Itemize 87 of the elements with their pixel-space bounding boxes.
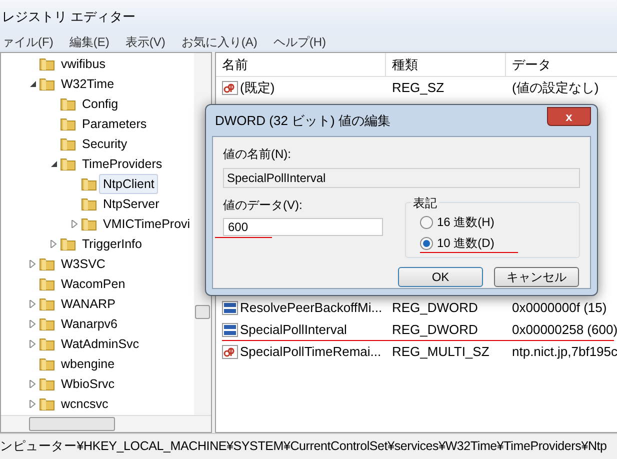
field-label: 値の名前(N): <box>223 146 292 163</box>
tree-item[interactable]: WatAdminSvc <box>57 334 144 354</box>
radio-label[interactable]: 10 進数(D) <box>437 234 494 252</box>
value-data: ntp.nict.jp,7bf195c <box>511 343 617 362</box>
tree-item[interactable]: WbioSrvc <box>57 374 118 394</box>
value-type: REG_SZ <box>391 79 446 98</box>
radio-label[interactable]: 16 進数(H) <box>437 213 494 231</box>
value-type: REG_MULTI_SZ <box>391 343 490 362</box>
radio-button[interactable] <box>420 236 433 250</box>
menu-item[interactable]: お気に入り(A) <box>179 33 260 51</box>
folder-icon <box>39 376 55 392</box>
folder-icon <box>39 316 55 332</box>
value-data: 0x00000258 (600) <box>511 321 617 340</box>
radio-button[interactable] <box>420 216 433 228</box>
tree-item[interactable]: wbengine <box>57 354 119 374</box>
value-name-field[interactable]: SpecialPollInterval <box>223 168 580 188</box>
menu-item[interactable]: ヘルプ(H) <box>271 33 328 51</box>
folder-icon <box>60 116 76 132</box>
string-value-icon <box>222 344 238 360</box>
folder-icon <box>81 196 97 212</box>
menu-item[interactable]: ァイル(F) <box>0 33 56 51</box>
collapsed-triangle-icon[interactable] <box>29 400 37 408</box>
menu-item[interactable]: 編集(E) <box>67 33 112 51</box>
tree-item[interactable]: WANARP <box>57 294 120 314</box>
collapsed-triangle-icon[interactable] <box>29 260 37 268</box>
tree-item[interactable]: W3SVC <box>57 254 110 274</box>
horizontal-scrollbar[interactable] <box>1 415 211 432</box>
field-label: 値のデータ(V): <box>223 197 304 214</box>
expanded-triangle-icon[interactable] <box>50 160 58 168</box>
value-name[interactable]: SpecialPollTimeRemai... <box>240 342 382 362</box>
tree-item[interactable]: W32Time <box>57 74 118 94</box>
column-header[interactable]: 種類 <box>386 52 506 76</box>
tree-item[interactable]: Config <box>78 94 122 114</box>
dialog-button[interactable]: キャンセル <box>494 267 579 287</box>
folder-icon <box>39 396 55 412</box>
folder-icon <box>39 56 55 72</box>
tree-item[interactable]: WacomPen <box>57 274 130 294</box>
tree-item[interactable]: NtpClient <box>99 174 158 194</box>
tree-item[interactable]: TimeProviders <box>78 154 166 174</box>
tree-item[interactable]: wcncsvc <box>57 394 112 414</box>
dialog-title: DWORD (32 ビット) 値の編集 <box>214 112 390 130</box>
folder-icon <box>39 276 55 292</box>
close-button[interactable]: x <box>547 107 591 126</box>
value-type: REG_DWORD <box>391 299 479 318</box>
folder-icon <box>39 356 55 372</box>
folder-icon <box>60 136 76 152</box>
collapsed-triangle-icon[interactable] <box>71 220 79 228</box>
folder-icon <box>81 176 97 192</box>
expanded-triangle-icon[interactable] <box>29 80 37 88</box>
binary-value-icon <box>222 300 238 316</box>
tree-item[interactable]: TriggerInfo <box>78 234 146 254</box>
menu-item[interactable]: 表示(V) <box>123 33 168 51</box>
value-data: 0x0000000f (15) <box>511 299 608 318</box>
value-type: REG_DWORD <box>391 321 479 340</box>
value-data-field[interactable]: 600 <box>223 218 383 236</box>
collapsed-triangle-icon[interactable] <box>50 240 58 248</box>
tree-item[interactable]: Parameters <box>78 114 151 134</box>
binary-value-icon <box>222 322 238 338</box>
status-path: ンピューター¥HKEY_LOCAL_MACHINE¥SYSTEM¥CurrentControlSet¥services¥W32Time¥TimeProviders¥Ntp <box>0 438 607 456</box>
collapsed-triangle-icon[interactable] <box>29 320 37 328</box>
folder-icon <box>39 76 55 92</box>
folder-icon <box>60 156 76 172</box>
annotation-underline <box>215 237 272 238</box>
window-title: レジストリ エディター <box>2 8 136 26</box>
dialog-button[interactable]: OK <box>398 267 483 287</box>
value-name[interactable]: ResolvePeerBackoffMi... <box>240 298 382 318</box>
column-header[interactable]: データ <box>506 52 617 76</box>
folder-icon <box>60 236 76 252</box>
tree-item[interactable]: vwifibus <box>57 54 110 74</box>
tree-item[interactable]: Wanarpv6 <box>57 314 122 334</box>
tree-item[interactable]: VMICTimeProvi <box>99 214 194 234</box>
tree-item[interactable]: NtpServer <box>99 194 164 214</box>
value-data: (値の設定なし) <box>511 79 600 98</box>
folder-icon <box>39 256 55 272</box>
collapsed-triangle-icon[interactable] <box>29 340 37 348</box>
folder-icon <box>60 96 76 112</box>
collapsed-triangle-icon[interactable] <box>29 300 37 308</box>
value-name[interactable]: SpecialPollInterval <box>240 320 347 340</box>
group-label: 表記 <box>411 194 439 212</box>
string-value-icon <box>222 80 238 96</box>
folder-icon <box>81 216 97 232</box>
column-header[interactable]: 名前 <box>216 52 386 76</box>
tree-item[interactable]: Security <box>78 134 132 154</box>
folder-icon <box>39 336 55 352</box>
folder-icon <box>39 296 55 312</box>
value-name[interactable]: (既定) <box>240 78 275 98</box>
collapsed-triangle-icon[interactable] <box>29 380 37 388</box>
